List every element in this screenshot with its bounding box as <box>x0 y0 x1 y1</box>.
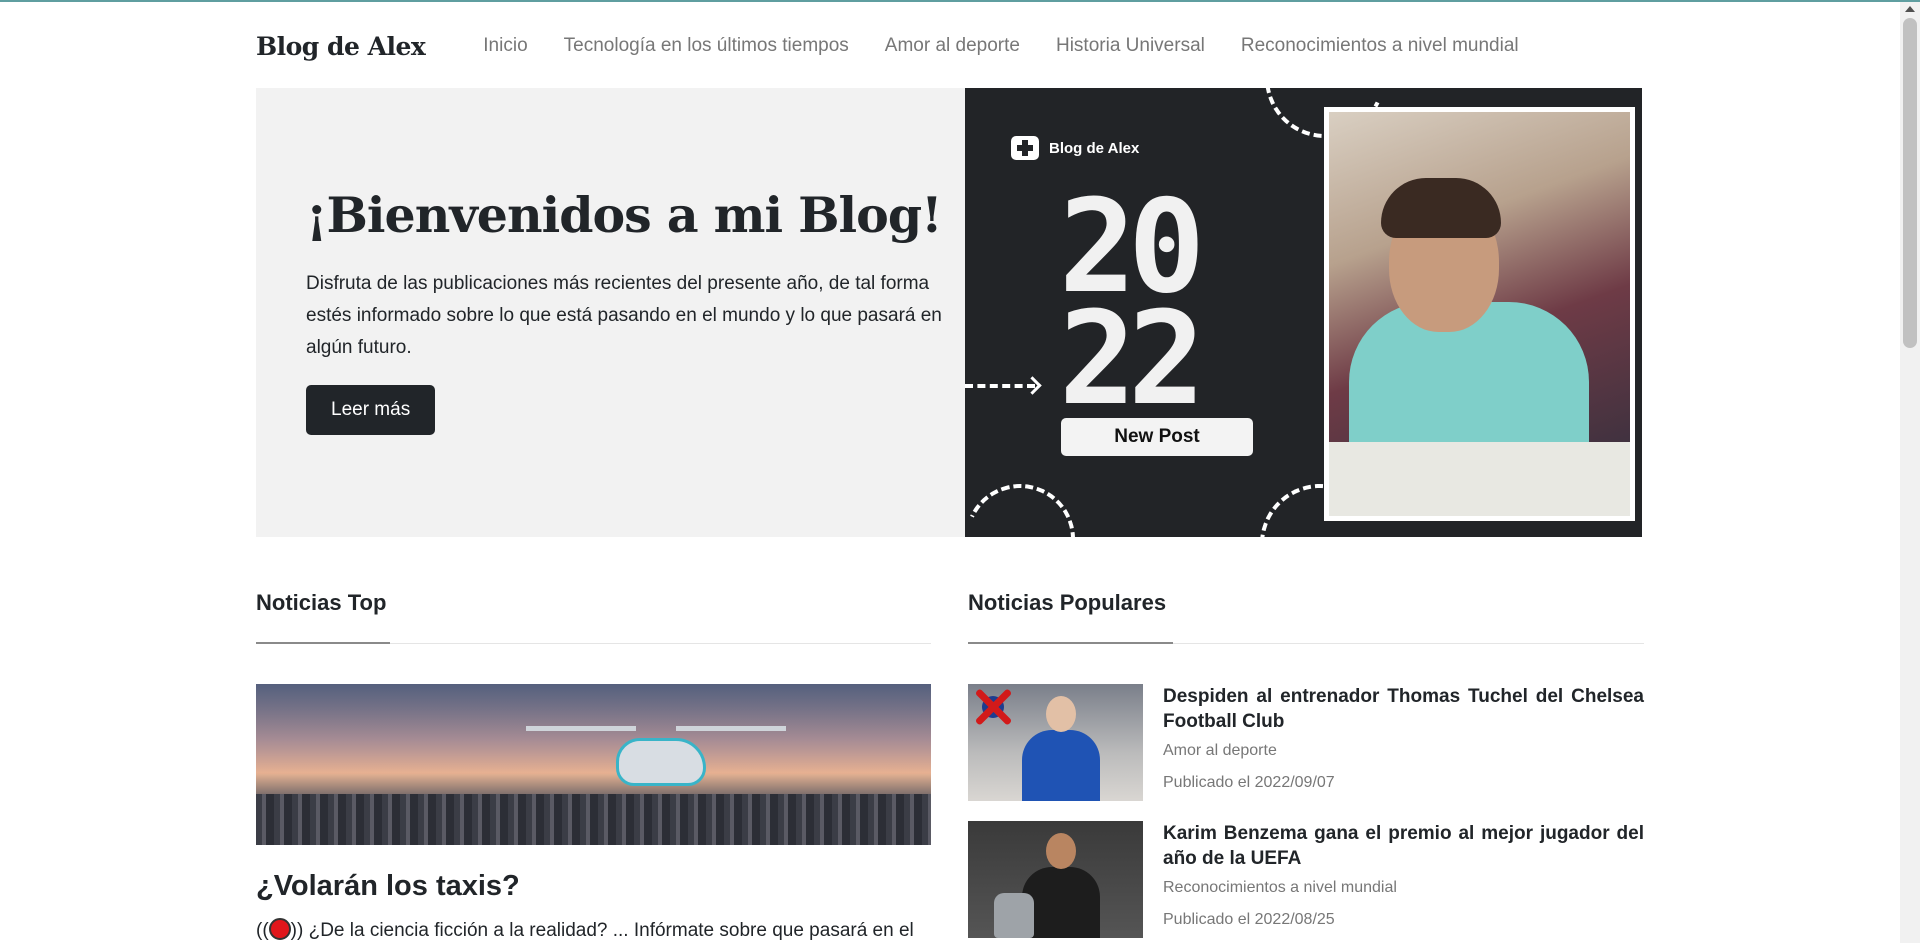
popular-news-title[interactable]: Karim Benzema gana el premio al mejor ju… <box>1163 821 1644 871</box>
tuchel-thumbnail[interactable] <box>968 684 1143 801</box>
figure-head <box>1046 833 1076 869</box>
top-news-divider <box>256 642 931 644</box>
drone-arm <box>676 726 786 731</box>
excerpt-text: )) ¿De la ciencia ficción a la realidad?… <box>290 920 914 941</box>
top-news-heading: Noticias Top <box>256 590 387 615</box>
benzema-thumbnail[interactable] <box>968 821 1143 938</box>
hero-description: Disfruta de las publicaciones más recien… <box>306 273 942 358</box>
top-news-excerpt: (( )) ¿De la ciencia ficción a la realida… <box>256 918 914 942</box>
figure-head <box>1046 696 1076 732</box>
new-post-tag: New Post <box>1061 418 1253 456</box>
nav-link-deporte[interactable]: Amor al deporte <box>885 35 1020 57</box>
popular-news-date: Publicado el 2022/08/25 <box>1163 911 1335 928</box>
hero-banner-image: Blog de Alex 20 22 New Post <box>965 88 1642 537</box>
top-navbar: Blog de Alex Inicio Tecnología en los úl… <box>256 28 1555 64</box>
vertical-scrollbar[interactable] <box>1900 2 1920 943</box>
red-x-icon <box>972 686 1014 728</box>
banner-logo: Blog de Alex <box>1011 136 1139 160</box>
banner-year-bottom: 22 <box>1059 285 1205 434</box>
nav-link-reconocimientos[interactable]: Reconocimientos a nivel mundial <box>1241 35 1519 57</box>
image-drone <box>526 718 786 788</box>
popular-news-heading: Noticias Populares <box>968 590 1167 615</box>
list-item: Karim Benzema gana el premio al mejor ju… <box>968 821 1644 941</box>
top-news-headline[interactable]: ¿Volarán los taxis? <box>256 870 520 903</box>
popular-news-title[interactable]: Despiden al entrenador Thomas Tuchel del… <box>1163 684 1644 734</box>
nav-link-historia[interactable]: Historia Universal <box>1056 35 1205 57</box>
trophy-icon <box>994 893 1034 938</box>
divider-accent <box>968 642 1173 644</box>
scroll-up-arrow-icon[interactable] <box>1905 6 1915 12</box>
drone-body <box>616 738 706 786</box>
divider-accent <box>256 642 390 644</box>
brand-logo-link[interactable]: Blog de Alex <box>256 32 426 61</box>
popular-news-divider <box>968 642 1644 644</box>
person-figure <box>1022 833 1100 938</box>
dashed-arrow-icon <box>965 384 1035 388</box>
hero-text-panel: ¡Bienvenidos a mi Blog! Disfruta de las … <box>256 88 965 537</box>
dashed-arc-decoration <box>965 468 1091 537</box>
photo-shape <box>1381 178 1501 238</box>
banner-student-photo <box>1324 107 1635 521</box>
red-circle-icon <box>268 918 291 940</box>
drone-arm <box>526 726 636 731</box>
figure-torso <box>1022 730 1100 801</box>
popular-news-date: Publicado el 2022/09/07 <box>1163 774 1335 791</box>
nav-link-inicio[interactable]: Inicio <box>483 35 527 57</box>
flying-taxi-image[interactable] <box>256 684 931 845</box>
excerpt-prefix: (( <box>256 920 269 941</box>
popular-news-category: Amor al deporte <box>1163 742 1277 759</box>
page: Blog de Alex Inicio Tecnología en los úl… <box>0 2 1900 943</box>
popular-news-category: Reconocimientos a nivel mundial <box>1163 879 1397 896</box>
banner-logo-text: Blog de Alex <box>1049 139 1140 157</box>
photo-shape <box>1329 442 1630 516</box>
banner-year: 20 22 <box>1059 184 1269 434</box>
nav-link-tecnologia[interactable]: Tecnología en los últimos tiempos <box>564 35 849 57</box>
hero-title: ¡Bienvenidos a mi Blog! <box>306 186 943 244</box>
hero-section: ¡Bienvenidos a mi Blog! Disfruta de las … <box>256 88 1642 537</box>
person-figure <box>1022 696 1100 801</box>
read-more-button[interactable]: Leer más <box>306 385 436 435</box>
plus-chat-icon <box>1011 136 1039 160</box>
scrollbar-thumb[interactable] <box>1903 18 1917 348</box>
image-city <box>256 794 931 845</box>
list-item: Despiden al entrenador Thomas Tuchel del… <box>968 684 1644 804</box>
